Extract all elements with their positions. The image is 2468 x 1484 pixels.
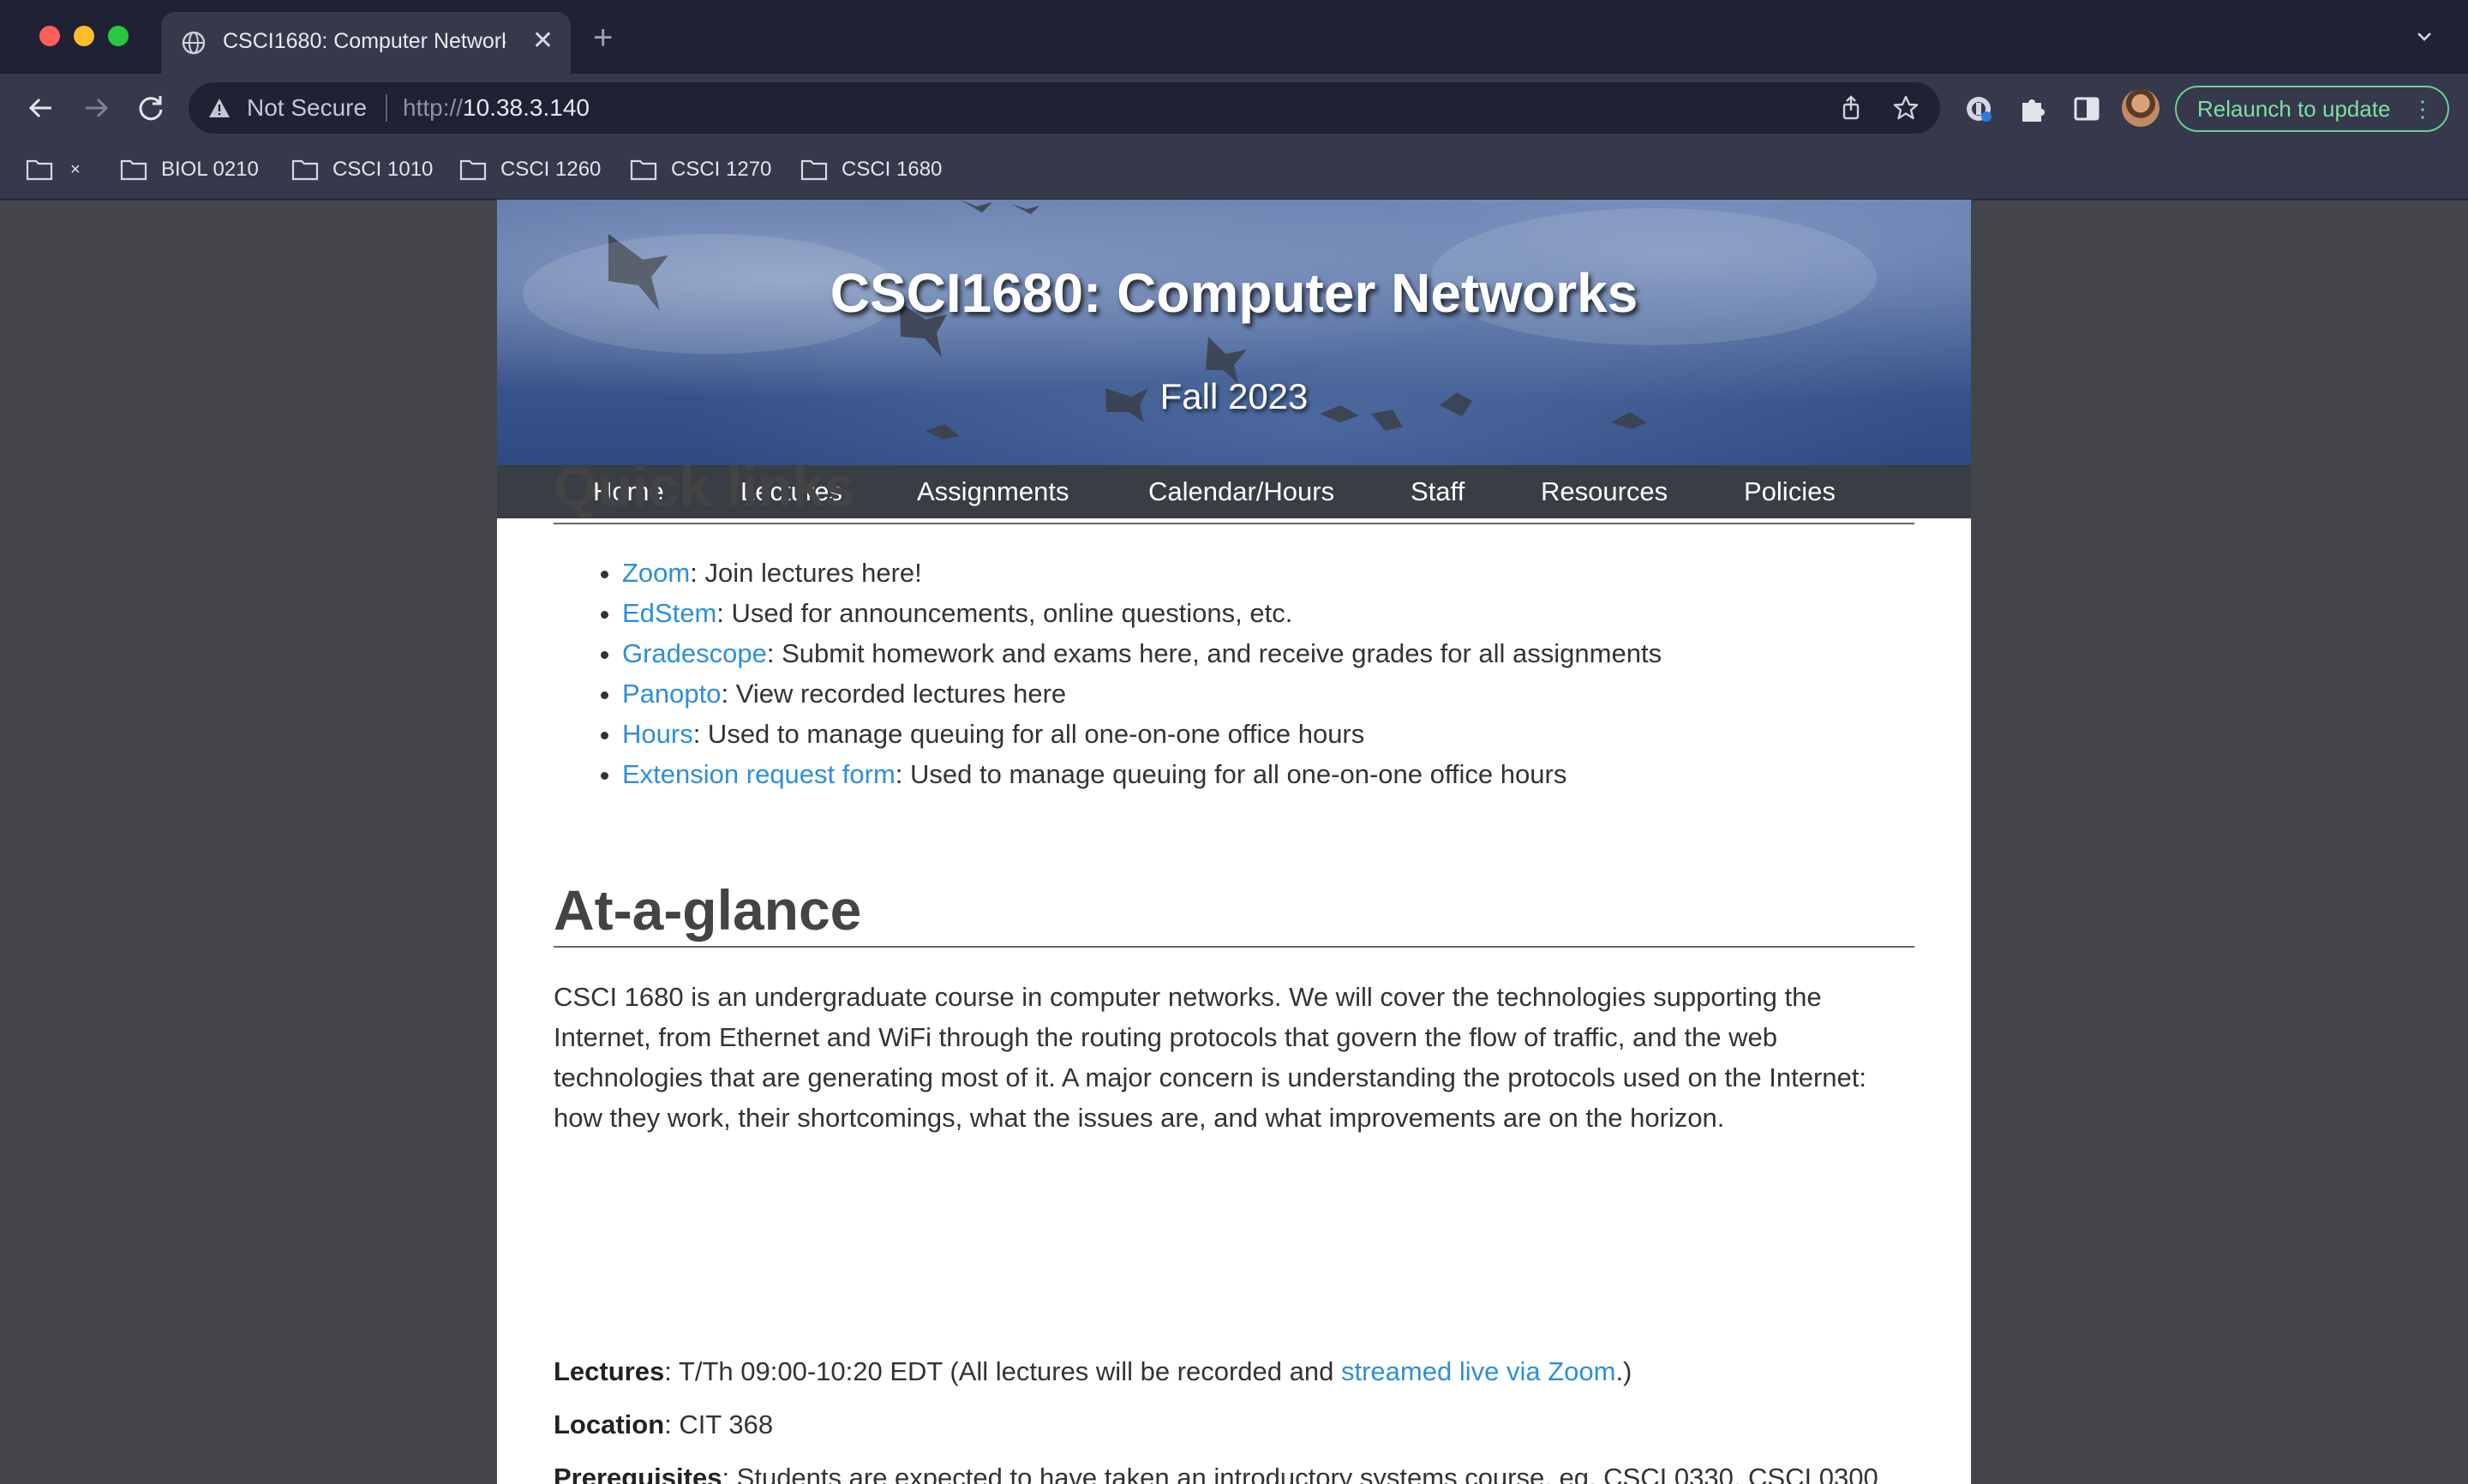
folder-icon	[120, 159, 147, 181]
list-item: Panopto: View recorded lectures here	[622, 673, 1662, 714]
panopto-link[interactable]: Panopto	[622, 679, 722, 709]
lectures-text: : T/Th 09:00-10:20 EDT (All lectures wil…	[664, 1356, 1341, 1386]
at-a-glance-heading: At-a-glance	[554, 877, 1914, 948]
folder-icon	[26, 159, 53, 181]
list-item-text: : Used to manage queuing for all one-on-…	[692, 719, 1365, 749]
bookmark-folder-unnamed[interactable]	[26, 153, 60, 187]
more-vertical-icon[interactable]: ⋮	[2411, 87, 2434, 130]
relaunch-label: Relaunch to update	[2197, 96, 2391, 122]
relaunch-to-update-button[interactable]: Relaunch to update ⋮	[2175, 86, 2449, 132]
list-item-text: : Join lectures here!	[690, 558, 922, 588]
quick-links-heading: Quick links	[554, 454, 1914, 524]
bookmark-x-glyph[interactable]: ×	[70, 153, 81, 187]
list-item: Hours: Used to manage queuing for all on…	[622, 714, 1662, 754]
list-item: Gradescope: Submit homework and exams he…	[622, 633, 1662, 673]
lectures-tail: .)	[1615, 1356, 1632, 1386]
back-arrow-icon[interactable]	[22, 89, 60, 127]
list-item-text: : View recorded lectures here	[721, 679, 1067, 709]
main-content: Quick links Zoom: Join lectures here! Ed…	[554, 0, 1914, 1484]
extensions-puzzle-icon[interactable]	[2016, 93, 2048, 125]
zoom-stream-link[interactable]: streamed live via Zoom	[1341, 1356, 1615, 1386]
quick-links-list: Zoom: Join lectures here! EdStem: Used f…	[554, 553, 1662, 794]
folder-icon	[291, 159, 319, 181]
chevron-down-icon[interactable]	[2413, 26, 2435, 48]
bookmark-label: BIOL 0210	[161, 158, 259, 181]
list-item: Extension request form: Used to manage q…	[622, 754, 1662, 794]
not-secure-label[interactable]: Not Secure	[247, 94, 367, 122]
list-item: Zoom: Join lectures here!	[622, 553, 1662, 593]
password-manager-icon[interactable]	[1962, 93, 1995, 125]
course-description: CSCI 1680 is an undergraduate course in …	[554, 982, 1867, 1133]
close-window-button[interactable]	[39, 26, 60, 46]
tab-close-icon[interactable]: ✕	[532, 26, 554, 57]
location-text: : CIT 368	[664, 1409, 774, 1439]
prerequisites-info: Prerequisites: Students are expected to …	[554, 1457, 1914, 1484]
extension-request-link[interactable]: Extension request form	[622, 759, 896, 789]
lectures-label: Lectures	[554, 1356, 665, 1386]
edstem-link[interactable]: EdStem	[622, 598, 716, 628]
minimize-window-button[interactable]	[74, 26, 94, 46]
side-panel-icon[interactable]	[2070, 93, 2103, 125]
list-item: EdStem: Used for announcements, online q…	[622, 593, 1662, 633]
list-item-text: : Used for announcements, online questio…	[716, 598, 1293, 628]
maximize-window-button[interactable]	[108, 26, 129, 46]
globe-icon	[182, 31, 206, 55]
forward-arrow-icon[interactable]	[77, 89, 115, 127]
bookmark-folder-biol-0210[interactable]: BIOL 0210	[120, 153, 283, 187]
hours-link[interactable]: Hours	[622, 719, 693, 749]
url-scheme: http://	[403, 94, 464, 121]
warning-icon	[209, 99, 230, 117]
reload-icon[interactable]	[132, 89, 170, 127]
zoom-link[interactable]: Zoom	[622, 558, 690, 588]
lectures-info: Lectures: T/Th 09:00-10:20 EDT (All lect…	[554, 1351, 1914, 1391]
location-label: Location	[554, 1409, 665, 1439]
bookmark-folder-csci-1010[interactable]: CSCI 1010	[291, 153, 446, 187]
omnibox-divider	[386, 94, 387, 122]
list-item-text: : Submit homework and exams here, and re…	[766, 638, 1662, 668]
prerequisites-label: Prerequisites	[554, 1463, 722, 1484]
folder-icon	[459, 159, 487, 181]
tab-title: CSCI1680: Computer Networks	[223, 29, 506, 53]
list-item-text: : Used to manage queuing for all one-on-…	[895, 759, 1567, 789]
prerequisites-text: : Students are expected to have taken an…	[722, 1463, 1878, 1484]
gradescope-link[interactable]: Gradescope	[622, 638, 767, 668]
profile-avatar[interactable]	[2122, 89, 2160, 127]
active-tab[interactable]: CSCI1680: Computer Networks ✕	[161, 12, 571, 74]
location-info: Location: CIT 368	[554, 1404, 1914, 1445]
bookmark-label: CSCI 1010	[332, 158, 434, 181]
